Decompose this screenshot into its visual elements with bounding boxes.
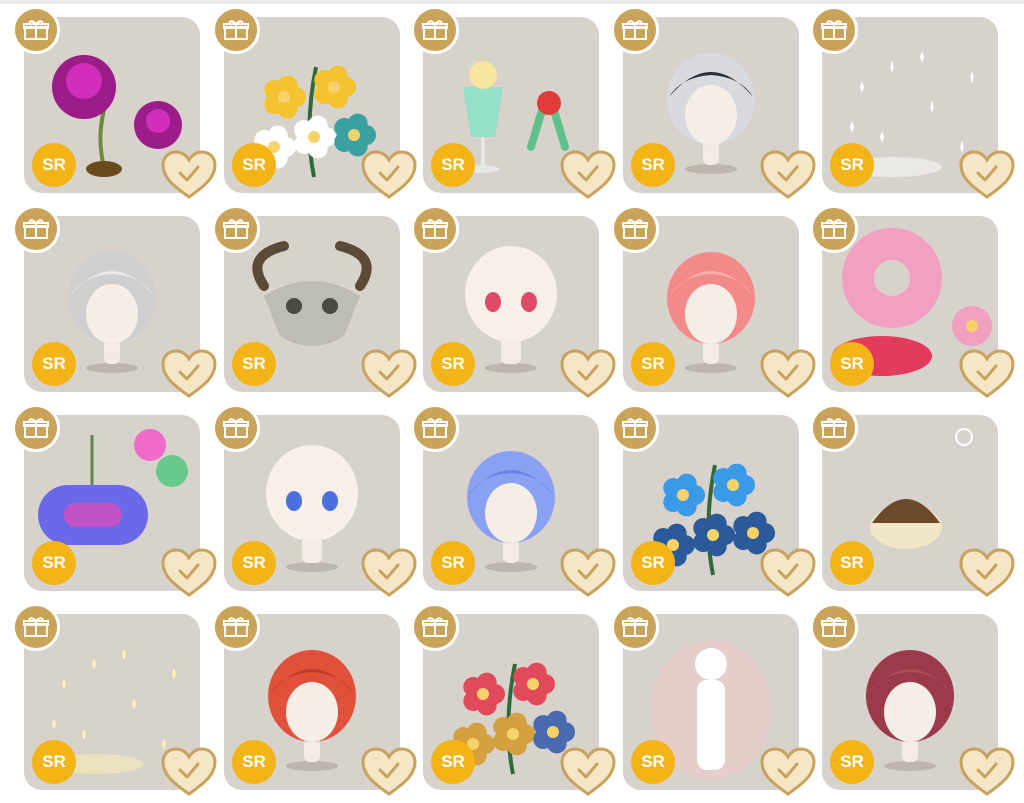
favorite-heart-icon[interactable] [759,547,817,599]
gift-icon[interactable] [12,603,60,651]
rarity-badge: SR [32,740,76,784]
favorite-heart-icon[interactable] [160,348,218,400]
gift-icon[interactable] [611,205,659,253]
favorite-heart-icon[interactable] [958,547,1016,599]
rarity-badge: SR [431,740,475,784]
rarity-badge: SR [830,740,874,784]
gift-icon[interactable] [611,603,659,651]
favorite-heart-icon[interactable] [360,547,418,599]
favorite-heart-icon[interactable] [958,348,1016,400]
favorite-heart-icon[interactable] [759,149,817,201]
rarity-badge: SR [232,342,276,386]
gift-icon[interactable] [12,404,60,452]
rarity-badge: SR [232,740,276,784]
gift-icon[interactable] [611,404,659,452]
gift-icon[interactable] [810,205,858,253]
favorite-heart-icon[interactable] [559,348,617,400]
rarity-badge: SR [830,541,874,585]
rarity-badge: SR [830,342,874,386]
gift-icon[interactable] [810,6,858,54]
gift-icon[interactable] [12,6,60,54]
favorite-heart-icon[interactable] [160,149,218,201]
rarity-badge: SR [631,740,675,784]
favorite-heart-icon[interactable] [559,746,617,798]
gift-icon[interactable] [212,205,260,253]
gift-icon[interactable] [411,404,459,452]
gift-icon[interactable] [411,6,459,54]
favorite-heart-icon[interactable] [559,547,617,599]
gift-icon[interactable] [12,205,60,253]
gift-icon[interactable] [212,603,260,651]
gift-icon[interactable] [810,603,858,651]
rarity-badge: SR [631,541,675,585]
gift-icon[interactable] [810,404,858,452]
rarity-badge: SR [830,143,874,187]
rarity-badge: SR [232,541,276,585]
favorite-heart-icon[interactable] [360,746,418,798]
gift-icon[interactable] [411,603,459,651]
favorite-heart-icon[interactable] [958,149,1016,201]
favorite-heart-icon[interactable] [360,348,418,400]
top-divider [0,0,1024,4]
rarity-badge: SR [631,342,675,386]
favorite-heart-icon[interactable] [958,746,1016,798]
rarity-badge: SR [32,541,76,585]
rarity-badge: SR [32,143,76,187]
rarity-badge: SR [431,342,475,386]
gift-icon[interactable] [212,404,260,452]
favorite-heart-icon[interactable] [759,746,817,798]
item-grid: SR SR SR SR SR SR SR SR SR SR SR SR SR SR SR SR SR SR SR SR [0,0,1024,798]
gift-icon[interactable] [212,6,260,54]
gift-icon[interactable] [611,6,659,54]
rarity-badge: SR [631,143,675,187]
rarity-badge: SR [232,143,276,187]
favorite-heart-icon[interactable] [160,746,218,798]
favorite-heart-icon[interactable] [360,149,418,201]
favorite-heart-icon[interactable] [759,348,817,400]
favorite-heart-icon[interactable] [160,547,218,599]
gift-icon[interactable] [411,205,459,253]
rarity-badge: SR [32,342,76,386]
rarity-badge: SR [431,541,475,585]
rarity-badge: SR [431,143,475,187]
favorite-heart-icon[interactable] [559,149,617,201]
